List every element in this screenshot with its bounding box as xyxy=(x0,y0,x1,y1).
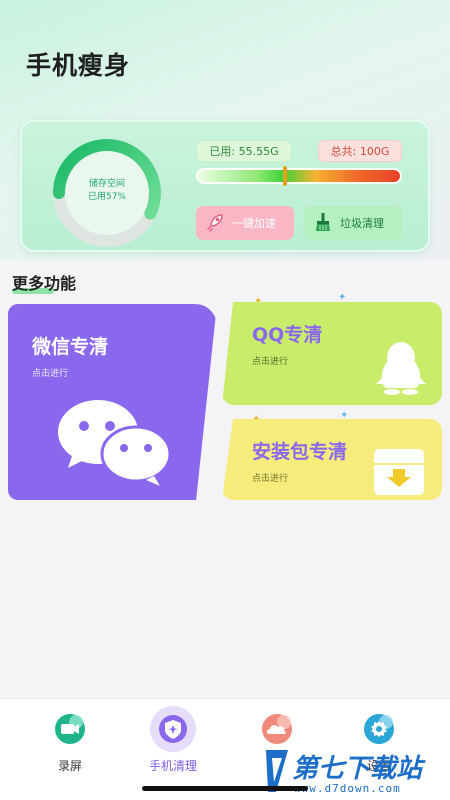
broom-icon xyxy=(312,211,334,236)
wechat-icon xyxy=(54,396,174,490)
apk-card-subtitle: 点击进行 xyxy=(252,474,289,484)
apk-clean-card[interactable]: 安装包专清 点击进行 xyxy=(222,419,442,500)
watermark-brand: 第七下载站 xyxy=(292,754,423,784)
wechat-card-title: 微信专清 xyxy=(32,336,109,358)
speed-up-label: 一键加速 xyxy=(232,217,276,230)
home-indicator xyxy=(142,786,308,791)
section-title-text: 更多功能 xyxy=(12,274,77,293)
cloud-icon xyxy=(257,709,297,749)
watermark-url: www.d7down.com xyxy=(294,782,401,795)
qq-card-title: QQ专清 xyxy=(252,324,323,346)
qq-card-subtitle: 点击进行 xyxy=(252,357,289,367)
storage-usage-bar xyxy=(196,166,402,186)
ring-percent: 已用57% xyxy=(87,192,126,202)
rocket-icon xyxy=(204,211,226,236)
nav-label: 录屏 xyxy=(57,759,82,773)
speed-up-button[interactable]: 一键加速 xyxy=(196,206,294,240)
storage-card: 储存空间 已用57% 已用: 55.55G 总共: 100G 一键加速 垃圾清理 xyxy=(20,120,430,252)
junk-clean-button[interactable]: 垃圾清理 xyxy=(304,206,402,240)
nav-item-screen-record[interactable]: 录屏 xyxy=(25,709,115,774)
shield-icon xyxy=(150,706,196,752)
page-title: 手机瘦身 xyxy=(26,51,131,80)
section-title: 更多功能 xyxy=(12,270,76,294)
camera-icon xyxy=(50,709,90,749)
qq-clean-card[interactable]: QQ专清 点击进行 xyxy=(222,302,442,405)
usage-marker xyxy=(282,166,287,186)
watermark: 第七下载站 www.d7down.com xyxy=(262,744,450,800)
penguin-icon xyxy=(372,338,430,400)
nav-label: 手机清理 xyxy=(148,759,197,773)
nav-item-phone-clean[interactable]: 手机清理 xyxy=(128,706,218,774)
wechat-card-subtitle: 点击进行 xyxy=(32,369,69,379)
ring-text: 储存空间 已用57% xyxy=(50,178,164,204)
junk-clean-label: 垃圾清理 xyxy=(340,217,384,230)
storage-ring: 储存空间 已用57% xyxy=(50,136,164,250)
gear-icon xyxy=(359,709,399,749)
used-space-label: 已用: 55.55G xyxy=(196,140,292,162)
apk-card-title: 安装包专清 xyxy=(252,441,348,463)
total-space-label: 总共: 100G xyxy=(318,140,402,162)
wechat-clean-card[interactable]: 微信专清 点击进行 xyxy=(8,304,217,500)
ring-title: 储存空间 xyxy=(88,179,125,189)
package-box-icon xyxy=(372,447,426,500)
sparkle-icon: ✦ xyxy=(338,292,347,303)
